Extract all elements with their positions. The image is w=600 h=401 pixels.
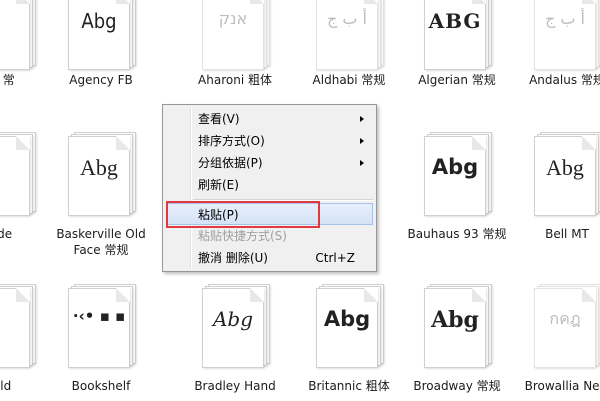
font-file-icon: אנק [202, 0, 274, 76]
submenu-arrow-icon [360, 160, 364, 166]
font-sample-text: Abg [212, 307, 254, 331]
font-file-icon: أ ب ج [534, 0, 600, 76]
font-file-label: Aharoni 粗体 [198, 73, 272, 87]
font-file-icon: Abg [202, 284, 274, 374]
submenu-arrow-icon [360, 138, 364, 144]
font-sample-text: ABG [428, 9, 482, 33]
font-file-icon: Abg [424, 284, 496, 374]
font-sample-text: Abg [80, 155, 118, 180]
font-file-icon: Abg [68, 0, 140, 76]
menu-item-view[interactable]: 查看(V) [166, 108, 373, 130]
menu-item-paste-shortcut[interactable]: 粘贴快捷方式(S) [166, 225, 373, 247]
font-file-label: Britannic 粗体 [308, 379, 390, 393]
font-sample-text: กคฎ [549, 309, 581, 328]
menu-item-label: 粘贴快捷方式(S) [198, 229, 287, 243]
font-file-icon [0, 284, 40, 374]
font-file-icon: Abg [68, 132, 140, 222]
menu-item-label: 撤消 删除(U) [198, 251, 268, 265]
menu-item-paste[interactable]: 粘贴(P) [166, 203, 373, 225]
font-file-label: Agency FB [69, 73, 133, 87]
menu-item-sort-by[interactable]: 排序方式(O) [166, 130, 373, 152]
font-file-icon: ·‹• ▪ ▪ [68, 284, 140, 374]
font-file-icon [0, 132, 40, 222]
menu-item-label: 粘贴(P) [198, 208, 239, 222]
font-file-label: Broadway 常规 [413, 379, 501, 393]
menu-item-shortcut: Ctrl+Z [315, 251, 355, 265]
font-file-label: Browallia New [524, 379, 600, 393]
font-sample-text: Abg [546, 155, 584, 180]
font-sample-text: أ ب ج [326, 9, 367, 28]
font-file-icon: Abg [424, 132, 496, 222]
font-sample-text: ·‹• ▪ ▪ [72, 307, 126, 325]
font-sample-text: أ ب ج [544, 9, 585, 28]
context-menu: 查看(V) 排序方式(O) 分组依据(P) 刷新(E) 粘贴(P) 粘贴快捷方式… [162, 104, 377, 272]
font-file-label: Bradley Hand [194, 379, 276, 393]
font-sample-text: Abg [323, 307, 371, 331]
font-file-icon [0, 0, 40, 76]
font-sample-text: Abg [431, 307, 479, 333]
menu-separator [193, 199, 373, 201]
font-sample-text: Abg [431, 155, 479, 179]
font-file-icon: Abg [316, 284, 388, 374]
font-sample-text: Abg [81, 9, 117, 33]
font-file-label: Bauhaus 93 常规 [407, 227, 507, 241]
font-file-label: Baskerville Old Face 常规 [56, 227, 146, 257]
font-file-label: Andalus 常规 [529, 73, 600, 87]
menu-item-label: 查看(V) [198, 112, 240, 126]
font-file-icon: Abg [534, 132, 600, 222]
font-file-label: Algerian 常规 [418, 73, 496, 87]
font-file-label: Aldhabi 常规 [312, 73, 386, 87]
font-file-label: Bookshelf [71, 379, 131, 393]
menu-item-label: 排序方式(O) [198, 134, 265, 148]
menu-item-label: 分组依据(P) [198, 156, 263, 170]
menu-item-label: 刷新(E) [198, 178, 239, 192]
menu-item-refresh[interactable]: 刷新(E) [166, 174, 373, 196]
font-file-label: Bell MT [545, 227, 589, 241]
submenu-arrow-icon [360, 116, 364, 122]
menu-item-undo-delete[interactable]: 撤消 删除(U) Ctrl+Z [166, 247, 373, 269]
font-file-icon: أ ب ج [316, 0, 388, 76]
font-file-icon: กคฎ [534, 284, 600, 374]
font-sample-text: אנק [218, 9, 248, 28]
menu-item-group-by[interactable]: 分组依据(P) [166, 152, 373, 174]
font-file-icon: ABG [424, 0, 496, 76]
